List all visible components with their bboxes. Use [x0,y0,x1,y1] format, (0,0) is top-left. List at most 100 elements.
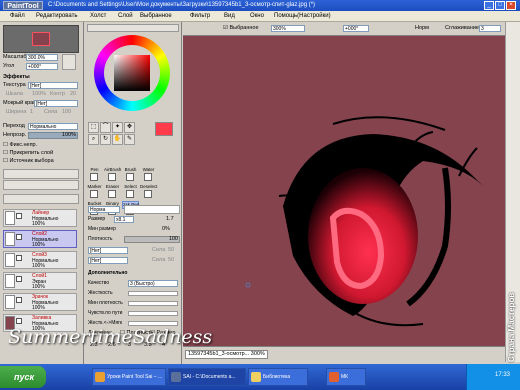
blend-mode-select[interactable]: Нормально [28,123,78,130]
size-value: 1.7 [166,216,174,222]
eye-icon[interactable] [16,213,22,219]
move-icon[interactable]: ✥ [124,122,135,133]
menu-file[interactable]: Файл [10,12,25,21]
close-button[interactable]: × [506,1,516,10]
rotate-icon[interactable]: ↻ [100,134,111,145]
zoom-field[interactable]: 300.0% [26,54,58,61]
smoothing-field[interactable]: 3 [479,25,501,32]
canvas-angle-field[interactable]: +000° [343,25,369,32]
brush-mode-select[interactable]: Норма [88,206,120,213]
airbrush-icon [108,173,116,181]
texture-select[interactable]: [Нет] [28,82,78,89]
eyedropper-icon[interactable]: ✎ [124,134,135,145]
hardness-label: Жесткость [88,290,113,296]
texture-none-1[interactable]: [Нет] [88,247,128,254]
effects-header: Эффекты [3,74,30,80]
navigator-viewport[interactable] [32,32,50,46]
menu-window[interactable]: Окно [250,12,264,21]
strength-1-label: Сила [152,247,166,253]
primary-color-swatch[interactable] [155,122,173,136]
edge-select[interactable]: [Нет] [34,100,78,107]
eye-icon[interactable] [16,276,22,282]
density-slider[interactable]: 100 [124,236,180,243]
hardness-slider[interactable] [128,291,178,296]
eye-icon[interactable] [16,255,22,261]
lasso-icon[interactable]: ⌒ [100,122,111,133]
taskbar: пуск Уроки Paint Tool Sai – ... SAI - C:… [0,364,520,390]
color-square[interactable] [114,55,150,91]
vertical-scrollbar[interactable]: Страна Мастеров [505,22,520,362]
checkbox-selection-source[interactable]: ☐ Источник выбора [3,158,54,165]
blend-mode-label: Переход [3,123,25,129]
layer-buttons-row1[interactable] [3,169,79,179]
eraser-icon [108,190,116,198]
checkbox-preserve-opacity[interactable]: ☐ Фикс.непр. [3,142,37,149]
menu-selection[interactable]: Выбранное [140,12,172,21]
stabilizer-mode[interactable]: Норм [415,25,429,32]
checkbox-clip-layer[interactable]: ☐ Прикрепить слой [3,150,53,157]
eye-icon[interactable] [16,234,22,240]
layer-item[interactable]: Зрачок Нормально 100% [3,293,77,311]
width-value: 1 [30,109,34,115]
layer-buttons-row3[interactable] [3,194,79,204]
layer-item[interactable]: Слой1 Экран 100% [3,272,77,290]
layer-opacity: 100% [32,263,45,269]
angle-label: Угол [3,63,15,69]
taskbar-item-label: Библиотека [263,374,291,380]
menu-canvas[interactable]: Холст [90,12,106,21]
menu-help[interactable]: Помощь(Настройки) [274,12,331,21]
drawing-canvas[interactable]: 13597345b1_3-осмотр... 300% [183,36,505,362]
layer-thumbnail [5,295,15,309]
texture-none-2[interactable]: [Нет] [88,257,128,264]
quality-select[interactable]: 3 (Быстро) [128,280,178,287]
system-tray: 17:33 [466,364,520,390]
minimize-button[interactable]: _ [484,1,494,10]
start-button[interactable]: пуск [0,366,46,388]
document-tab[interactable]: 13597345b1_3-осмотр... 300% [185,350,268,359]
tool-grid: ⬚ ⌒ ✦ ✥ ⌕ ↻ ✋ ✎ [88,122,144,152]
clock: 17:33 [495,372,511,378]
layer-item[interactable]: Лайнер Нормально 100% [3,209,77,227]
checkbox-selected[interactable]: ☑ Выбранное [223,25,259,32]
strength-value: 100 [62,109,72,115]
color-wheel[interactable] [94,35,170,111]
title-bar: PaintTool SAI C:\Documents and Settings\… [0,0,520,19]
zoom-tool-icon[interactable]: ⌕ [88,134,99,145]
maximize-button[interactable]: □ [495,1,505,10]
canvas-zoom-field[interactable]: 300% [271,25,305,32]
menu-view[interactable]: Вид [224,12,235,21]
layer-buttons-row2[interactable] [3,180,79,190]
navigator-preview[interactable] [3,25,79,53]
angle-field[interactable]: +000° [26,63,58,70]
brush-shape-selector[interactable] [124,205,180,214]
layer-item[interactable]: Слой3 Нормально 100% [3,251,77,269]
taskbar-item[interactable]: Уроки Paint Tool Sai – ... [92,368,166,386]
taskbar-item[interactable]: Библиотека [248,368,308,386]
tools-panel: ⬚ ⌒ ✦ ✥ ⌕ ↻ ✋ ✎ Pen AirBrush Brush Water… [84,22,182,364]
min-density-slider[interactable] [128,301,178,306]
advanced-header[interactable]: Дополнительно [88,270,127,277]
app-logo: PaintTool SAI [3,1,43,19]
menu-filter[interactable]: Фильтр [190,12,210,21]
navigator-buttons[interactable] [62,54,76,70]
menu-edit[interactable]: Редактировать [36,12,77,21]
eye-icon[interactable] [16,318,22,324]
taskbar-item[interactable]: SAI - C:\Documents a... [168,368,246,386]
menu-layer[interactable]: Слой [118,12,133,21]
rect-select-icon[interactable]: ⬚ [88,122,99,133]
document-tab-bar: 13597345b1_3-осмотр... 300% [183,346,505,362]
color-mode-tabs[interactable] [87,24,179,32]
scale-label: Шкала [6,91,23,97]
texture-label: Текстура [3,82,26,88]
taskbar-item[interactable]: МК [326,368,366,386]
eye-icon[interactable] [16,297,22,303]
strength-label: Сила [44,109,58,115]
size-multiplier[interactable]: x8.1 [114,216,134,223]
hand-icon[interactable]: ✋ [112,134,123,145]
opacity-slider[interactable]: 100% [28,132,78,139]
size-label: Размер [88,216,106,222]
max-speed-slider[interactable] [128,311,178,316]
layer-item[interactable]: Слой2 Нормально 100% [3,230,77,248]
magic-wand-icon[interactable]: ✦ [112,122,123,133]
min-density-label: Мин плотность [88,300,123,306]
